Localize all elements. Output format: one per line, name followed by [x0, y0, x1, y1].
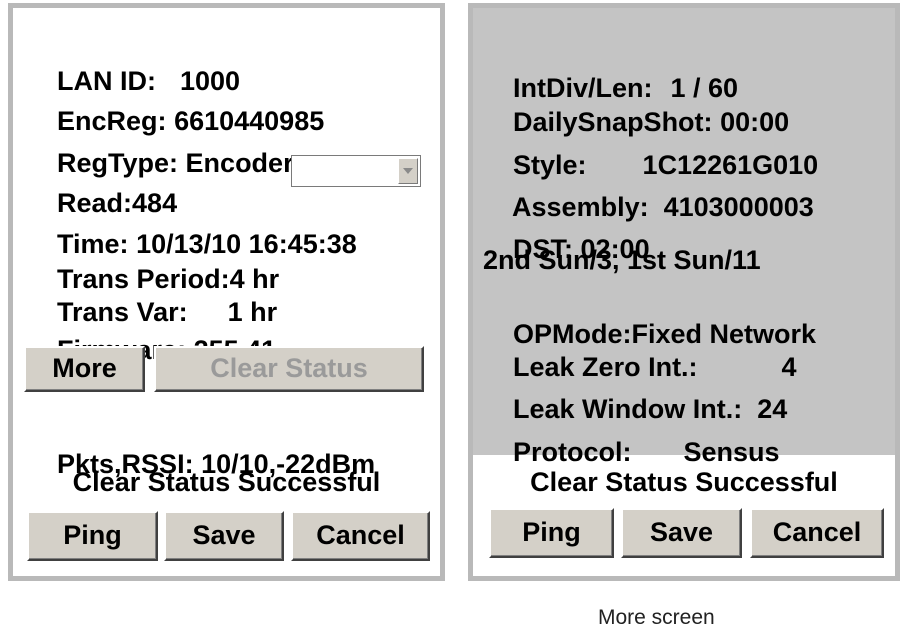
assembly-value: 4103000003 — [663, 192, 814, 222]
left-panel: LAN ID: 1000 EncReg: 6610440985 RegType: … — [8, 3, 445, 581]
more-button[interactable]: More — [24, 346, 145, 392]
more-save-button[interactable]: Save — [621, 508, 742, 558]
ping-button[interactable]: Ping — [27, 511, 158, 561]
chevron-down-icon — [403, 168, 413, 174]
dropdown-button[interactable] — [398, 158, 418, 184]
save-button[interactable]: Save — [164, 511, 284, 561]
protocol-label: Protocol: — [513, 437, 632, 467]
more-screen-caption: More screen — [598, 606, 715, 629]
status-message: Clear Status Successful — [72, 467, 381, 497]
read-dropdown[interactable] — [291, 155, 421, 187]
cancel-button[interactable]: Cancel — [291, 511, 430, 561]
dst-rule: 2nd Sun/3, 1st Sun/11 — [483, 245, 761, 275]
clear-status-button[interactable]: Clear Status — [154, 346, 424, 392]
more-ping-button[interactable]: Ping — [489, 508, 614, 558]
more-cancel-button[interactable]: Cancel — [750, 508, 884, 558]
protocol-value: Sensus — [683, 437, 780, 467]
more-screen-panel: IntDiv/Len: 1 / 60 DailySnapShot: 00:00 S… — [468, 3, 900, 581]
reg-type-value: Encoder — [185, 148, 294, 178]
more-status-message: Clear Status Successful — [530, 467, 838, 497]
